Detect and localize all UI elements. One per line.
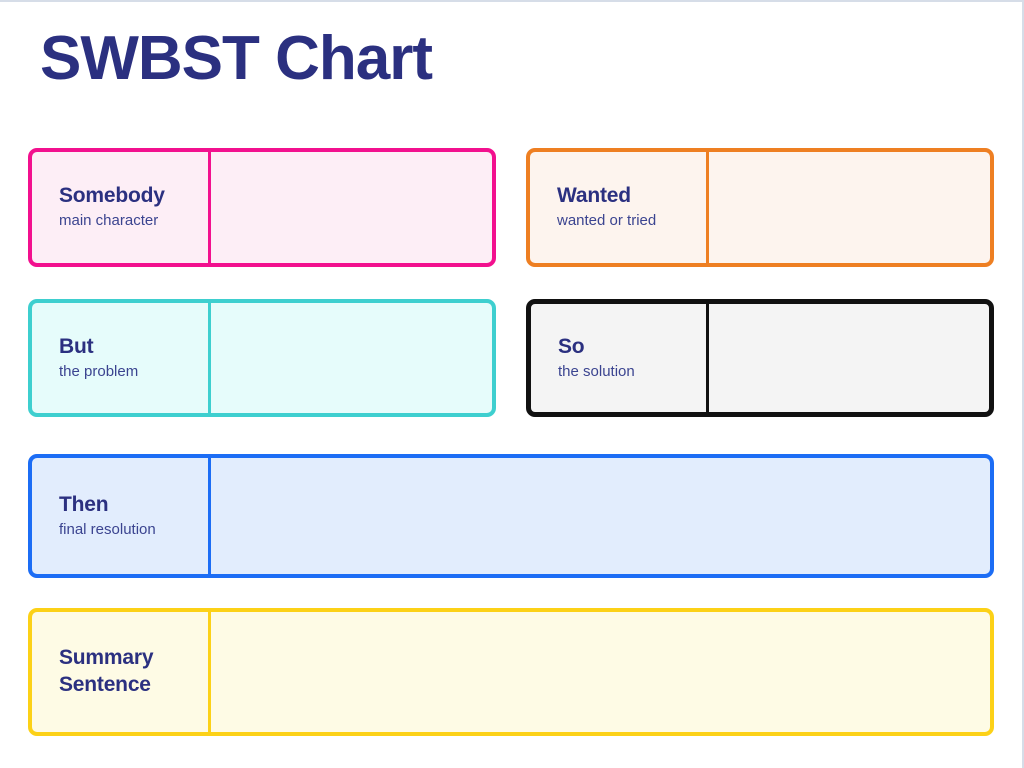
row-label-wanted: Wanted xyxy=(557,184,631,208)
page-title: SWBST Chart xyxy=(40,24,433,93)
row-sublabel-then: final resolution xyxy=(59,520,156,538)
row-answer-so[interactable] xyxy=(709,304,989,412)
row-sublabel-so: the solution xyxy=(558,362,635,380)
swbst-chart-canvas: SWBST Chart Somebody main character Want… xyxy=(0,0,1024,768)
swbst-row-but: But the problem xyxy=(28,299,496,417)
row-sublabel-somebody: main character xyxy=(59,212,159,230)
swbst-row-summary-sentence: Summary Sentence xyxy=(28,608,994,736)
row-answer-but[interactable] xyxy=(211,303,492,413)
row-answer-wanted[interactable] xyxy=(709,152,990,263)
row-label-cell-wanted: Wanted wanted or tried xyxy=(530,152,709,263)
swbst-row-somebody: Somebody main character xyxy=(28,148,496,267)
row-label-so: So xyxy=(558,334,585,358)
row-label-somebody: Somebody xyxy=(59,184,165,208)
swbst-row-wanted: Wanted wanted or tried xyxy=(526,148,994,267)
row-label-cell-summary-sentence: Summary Sentence xyxy=(32,612,211,732)
row-label-cell-so: So the solution xyxy=(531,304,709,412)
row-answer-summary-sentence[interactable] xyxy=(211,612,990,732)
row-label-but: But xyxy=(59,334,94,358)
row-label-cell-somebody: Somebody main character xyxy=(32,152,211,263)
row-label-then: Then xyxy=(59,492,109,516)
row-sublabel-but: the problem xyxy=(59,362,139,380)
row-answer-somebody[interactable] xyxy=(211,152,492,263)
row-label-cell-but: But the problem xyxy=(32,303,211,413)
row-answer-then[interactable] xyxy=(211,458,990,574)
swbst-row-then: Then final resolution xyxy=(28,454,994,578)
swbst-row-so: So the solution xyxy=(526,299,994,417)
row-label-summary-sentence: Summary Sentence xyxy=(59,646,154,696)
row-sublabel-wanted: wanted or tried xyxy=(557,212,657,230)
row-label-cell-then: Then final resolution xyxy=(32,458,211,574)
